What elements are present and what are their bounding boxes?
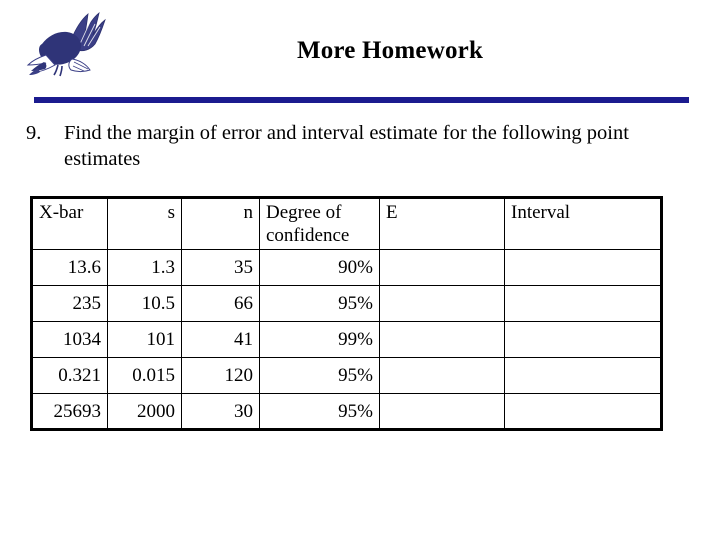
cell-interval[interactable] — [504, 285, 662, 322]
cell-n: 30 — [181, 393, 260, 430]
cell-xbar: 25693 — [31, 393, 108, 430]
slide-header: More Homework — [0, 0, 720, 104]
cell-e[interactable] — [379, 285, 505, 322]
cell-interval[interactable] — [504, 249, 662, 286]
cell-s: 10.5 — [107, 285, 182, 322]
cell-confidence: 90% — [259, 249, 380, 286]
point-estimates-table-wrapper: X-bar s n Degree of confidence E Interva… — [30, 196, 663, 431]
cell-n: 66 — [181, 285, 260, 322]
cell-confidence: 95% — [259, 357, 380, 394]
cell-interval[interactable] — [504, 321, 662, 358]
cell-s: 101 — [107, 321, 182, 358]
table-row: 13.6 1.3 35 90% — [31, 249, 662, 286]
cell-interval[interactable] — [504, 393, 662, 430]
cell-e[interactable] — [379, 249, 505, 286]
column-header-s: s — [107, 197, 182, 250]
cell-e[interactable] — [379, 321, 505, 358]
column-header-e: E — [379, 197, 505, 250]
column-header-n: n — [181, 197, 260, 250]
cell-xbar: 1034 — [31, 321, 108, 358]
cell-confidence: 95% — [259, 285, 380, 322]
column-header-interval: Interval — [504, 197, 662, 250]
cell-s: 2000 — [107, 393, 182, 430]
cell-n: 120 — [181, 357, 260, 394]
cell-n: 41 — [181, 321, 260, 358]
cell-confidence: 95% — [259, 393, 380, 430]
column-header-confidence: Degree of confidence — [259, 197, 380, 250]
cell-xbar: 235 — [31, 285, 108, 322]
table-row: 1034 101 41 99% — [31, 321, 662, 358]
question-text: Find the margin of error and interval es… — [64, 122, 629, 170]
cell-e[interactable] — [379, 393, 505, 430]
cell-e[interactable] — [379, 357, 505, 394]
cell-s: 0.015 — [107, 357, 182, 394]
cell-n: 35 — [181, 249, 260, 286]
table-row: 235 10.5 66 95% — [31, 285, 662, 322]
table-row: 25693 2000 30 95% — [31, 393, 662, 430]
cell-s: 1.3 — [107, 249, 182, 286]
question-item: 9. Find the margin of error and interval… — [20, 120, 690, 172]
point-estimates-table: X-bar s n Degree of confidence E Interva… — [30, 196, 663, 431]
cell-confidence: 99% — [259, 321, 380, 358]
question-block: 9. Find the margin of error and interval… — [20, 120, 690, 172]
table-header-row: X-bar s n Degree of confidence E Interva… — [31, 197, 662, 250]
cell-xbar: 0.321 — [31, 357, 108, 394]
cell-xbar: 13.6 — [31, 249, 108, 286]
cell-interval[interactable] — [504, 357, 662, 394]
question-number: 9. — [26, 122, 42, 144]
table-row: 0.321 0.015 120 95% — [31, 357, 662, 394]
page-title: More Homework — [296, 37, 484, 64]
title-divider — [34, 97, 689, 103]
column-header-xbar: X-bar — [31, 197, 108, 250]
eagle-logo-icon — [24, 10, 110, 88]
